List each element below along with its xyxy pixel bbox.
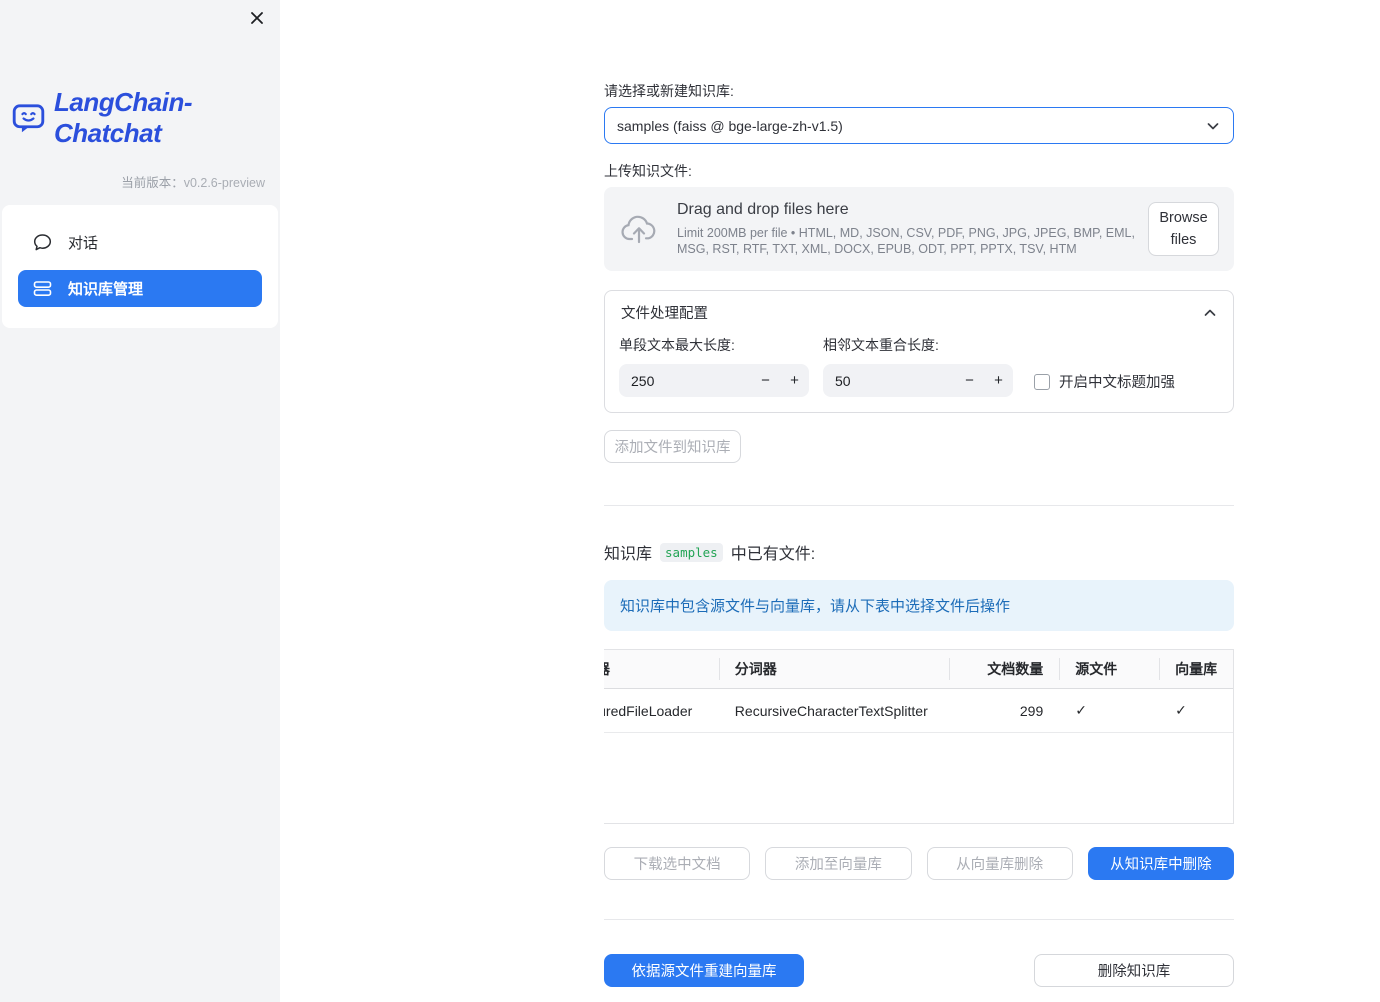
divider — [604, 505, 1234, 506]
info-alert-text: 知识库中包含源文件与向量库，请从下表中选择文件后操作 — [620, 598, 1011, 615]
sidebar-close-icon[interactable] — [247, 8, 267, 28]
chunk-size-decrement-button[interactable]: − — [751, 372, 780, 389]
file-config-title: 文件处理配置 — [621, 306, 708, 322]
overlap-size-increment-button[interactable]: + — [984, 372, 1013, 389]
download-selected-docs-button[interactable]: 下载选中文档 — [604, 847, 751, 880]
file-uploader-dropzone[interactable]: Drag and drop files here Limit 200MB per… — [604, 187, 1234, 271]
col-header-splitter[interactable]: 分词器 — [718, 650, 950, 688]
uploader-limit-text: Limit 200MB per file • HTML, MD, JSON, C… — [677, 226, 1135, 256]
cell-docs-count: 299 — [1019, 702, 1044, 719]
kb-list-icon — [32, 278, 53, 299]
kb-select-label: 请选择或新建知识库: — [604, 83, 734, 99]
add-to-vector-store-button[interactable]: 添加至向量库 — [765, 847, 912, 880]
sidebar-menu: 对话 知识库管理 — [2, 205, 278, 328]
chunk-size-input[interactable]: 250 − + — [619, 364, 809, 397]
app-logo: LangChain-Chatchat — [12, 87, 280, 149]
table-header-row: 文档加载器 分词器 文档数量 源文件 向量库 — [604, 650, 1233, 689]
sidebar-item-kb-management[interactable]: 知识库管理 — [18, 270, 262, 307]
cell-loader: UnstructuredFileLoader — [604, 702, 693, 719]
kb-select-value: samples (faiss @ bge-large-zh-v1.5) — [617, 117, 843, 134]
rebuild-vector-store-button[interactable]: 依据源文件重建向量库 — [604, 954, 804, 987]
add-files-to-kb-button[interactable]: 添加文件到知识库 — [604, 430, 741, 463]
main-panel: 请选择或新建知识库: samples (faiss @ bge-large-zh… — [280, 0, 1380, 1002]
col-header-loader[interactable]: 文档加载器 — [604, 650, 719, 688]
file-config-expander: 文件处理配置 单段文本最大长度: 250 − + 相邻文本重合长度: 50 − … — [604, 290, 1234, 413]
content-column: 请选择或新建知识库: samples (faiss @ bge-large-zh… — [604, 0, 1234, 987]
table-row[interactable]: UnstructuredFileLoader RecursiveCharacte… — [604, 689, 1233, 733]
delete-from-kb-button[interactable]: 从知识库中删除 — [1087, 847, 1234, 880]
chunk-size-value[interactable]: 250 — [619, 373, 751, 389]
col-header-source-file[interactable]: 源文件 — [1059, 650, 1159, 688]
zh-title-enhance-field: 开启中文标题加强 — [1027, 366, 1217, 397]
overlap-size-field: 相邻文本重合长度: 50 − + — [823, 335, 1013, 397]
upload-label: 上传知识文件: — [604, 163, 692, 179]
info-alert: 知识库中包含源文件与向量库，请从下表中选择文件后操作 — [604, 580, 1234, 631]
chunk-size-increment-button[interactable]: + — [780, 372, 809, 389]
uploader-texts: Drag and drop files here Limit 200MB per… — [677, 201, 1148, 257]
version-value: v0.2.6-preview — [183, 176, 265, 190]
table-action-buttons: 下载选中文档 添加至向量库 从向量库删除 从知识库中删除 — [604, 847, 1234, 880]
chatchat-logo-icon — [12, 102, 45, 135]
kb-name-code: samples — [660, 542, 723, 562]
delete-kb-button[interactable]: 删除知识库 — [1034, 954, 1234, 987]
chevron-down-icon — [1205, 118, 1221, 134]
col-header-docs-count[interactable]: 文档数量 — [949, 650, 1059, 688]
kb-files-heading: 知识库 samples 中已有文件: — [604, 540, 1234, 564]
sidebar-item-label: 对话 — [68, 235, 99, 252]
delete-from-vector-store-button[interactable]: 从向量库删除 — [926, 847, 1073, 880]
kb-files-prefix: 知识库 — [604, 546, 653, 563]
col-header-vector-store[interactable]: 向量库 — [1159, 650, 1233, 688]
cell-source-file-check: ✓ — [1075, 702, 1087, 718]
file-config-expander-header[interactable]: 文件处理配置 — [605, 291, 1233, 331]
version-label: 当前版本： — [121, 176, 184, 190]
kb-files-suffix: 中已有文件: — [730, 546, 816, 563]
zh-title-enhance-label: 开启中文标题加强 — [1059, 375, 1175, 391]
app-window: LangChain-Chatchat 当前版本：v0.2.6-preview 对… — [0, 0, 1380, 1002]
browse-files-button[interactable]: Browse files — [1148, 202, 1219, 256]
cloud-upload-icon — [619, 213, 661, 245]
file-config-body: 单段文本最大长度: 250 − + 相邻文本重合长度: 50 − + 开启中文标… — [605, 331, 1233, 412]
overlap-size-label: 相邻文本重合长度: — [823, 337, 939, 353]
kb-files-table[interactable]: 文档加载器 分词器 文档数量 源文件 向量库 UnstructuredFileL… — [604, 649, 1234, 824]
overlap-size-value[interactable]: 50 — [823, 373, 955, 389]
uploader-title: Drag and drop files here — [677, 201, 849, 218]
kb-action-buttons: 依据源文件重建向量库 删除知识库 — [604, 954, 1234, 987]
app-logo-text: LangChain-Chatchat — [54, 87, 193, 148]
cell-splitter: RecursiveCharacterTextSplitter — [734, 702, 928, 719]
chevron-up-icon — [1203, 306, 1217, 320]
kb-select[interactable]: samples (faiss @ bge-large-zh-v1.5) — [604, 107, 1234, 144]
sidebar-item-dialogue[interactable]: 对话 — [18, 224, 262, 261]
chunk-size-label: 单段文本最大长度: — [619, 337, 735, 353]
zh-title-enhance-checkbox[interactable] — [1034, 373, 1050, 390]
overlap-size-input[interactable]: 50 − + — [823, 364, 1013, 397]
sidebar: LangChain-Chatchat 当前版本：v0.2.6-preview 对… — [0, 0, 280, 1002]
cell-vector-store-check: ✓ — [1175, 702, 1187, 718]
chat-bubble-icon — [32, 232, 53, 253]
sidebar-item-label: 知识库管理 — [68, 281, 144, 298]
divider — [604, 919, 1234, 920]
overlap-size-decrement-button[interactable]: − — [955, 372, 984, 389]
chunk-size-field: 单段文本最大长度: 250 − + — [619, 335, 809, 397]
version-line: 当前版本：v0.2.6-preview — [0, 172, 265, 191]
